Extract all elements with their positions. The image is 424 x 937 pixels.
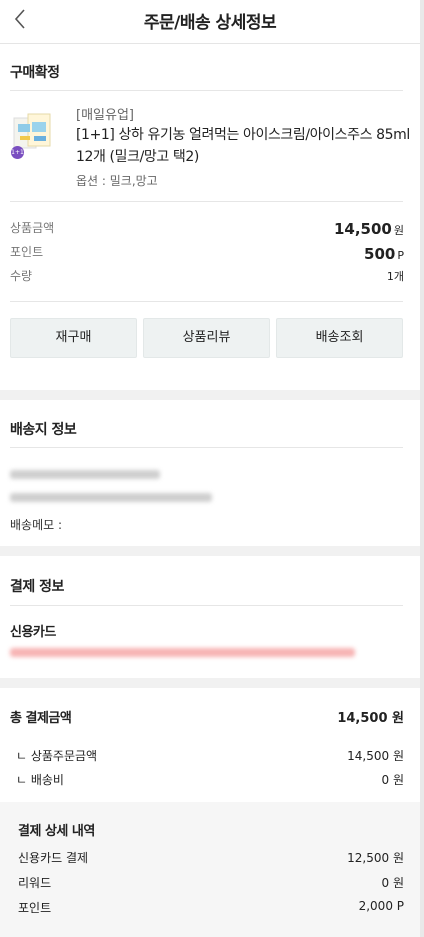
shipping-fee-value: 0 원 bbox=[381, 773, 405, 787]
section-gap bbox=[0, 390, 420, 400]
bundle-badge: 1+1 bbox=[11, 146, 24, 159]
shipping-title: 배송지 정보 bbox=[10, 422, 77, 438]
total-value: 14,500 원 bbox=[337, 711, 404, 726]
review-button[interactable]: 상품리뷰 bbox=[143, 318, 270, 358]
card-payment-label: 신용카드 결제 bbox=[18, 851, 89, 865]
divider bbox=[10, 447, 403, 448]
total-label: 총 결제금액 bbox=[10, 711, 72, 726]
subtotal-value: 14,500 원 bbox=[347, 749, 404, 763]
recipient-info-redacted bbox=[10, 470, 160, 479]
reward-label: 리워드 bbox=[18, 876, 52, 890]
divider bbox=[10, 605, 403, 606]
payment-method: 신용카드 bbox=[10, 625, 56, 640]
point-payment-value: 2,000 P bbox=[358, 899, 404, 913]
price-label: 상품금액 bbox=[10, 221, 55, 235]
point-label: 포인트 bbox=[10, 245, 44, 259]
divider bbox=[10, 90, 403, 91]
price-unit: 원 bbox=[393, 224, 404, 237]
reward-value: 0 원 bbox=[381, 876, 405, 890]
page-title: 주문/배송 상세정보 bbox=[143, 13, 277, 33]
section-gap bbox=[0, 678, 420, 688]
divider bbox=[10, 301, 403, 302]
subtotal-label: ㄴ 상품주문금액 bbox=[16, 749, 98, 763]
price-amount: 14,500 bbox=[333, 220, 392, 238]
shipping-fee-label: ㄴ 배송비 bbox=[16, 773, 64, 787]
card-payment-value: 12,500 원 bbox=[347, 851, 404, 865]
scrollbar[interactable] bbox=[420, 0, 424, 937]
product-option: 옵션 : 밀크,망고 bbox=[76, 174, 158, 188]
quantity-value: 1개 bbox=[386, 270, 404, 283]
section-gap bbox=[0, 546, 420, 556]
point-unit: P bbox=[397, 249, 404, 262]
quantity-label: 수량 bbox=[10, 269, 33, 283]
reorder-button[interactable]: 재구매 bbox=[10, 318, 137, 358]
point-amount: 500 bbox=[364, 245, 396, 263]
track-delivery-button[interactable]: 배송조회 bbox=[276, 318, 403, 358]
card-info-redacted bbox=[10, 648, 355, 657]
payment-title: 결제 정보 bbox=[10, 579, 64, 595]
address-redacted bbox=[10, 493, 212, 502]
price-value: 14,500 원 bbox=[334, 220, 404, 238]
point-payment-label: 포인트 bbox=[18, 901, 52, 915]
product-name[interactable]: [1+1] 상하 유기농 얼려먹는 아이스크림/아이스주스 85ml 12개 (… bbox=[76, 124, 412, 168]
divider bbox=[10, 201, 403, 202]
point-value: 500 P bbox=[364, 245, 404, 263]
shipping-memo-label: 배송메모 : bbox=[10, 518, 63, 532]
order-status-title: 구매확정 bbox=[10, 65, 60, 81]
payment-detail-title: 결제 상세 내역 bbox=[18, 824, 95, 839]
product-brand: [매일유업] bbox=[76, 108, 134, 123]
